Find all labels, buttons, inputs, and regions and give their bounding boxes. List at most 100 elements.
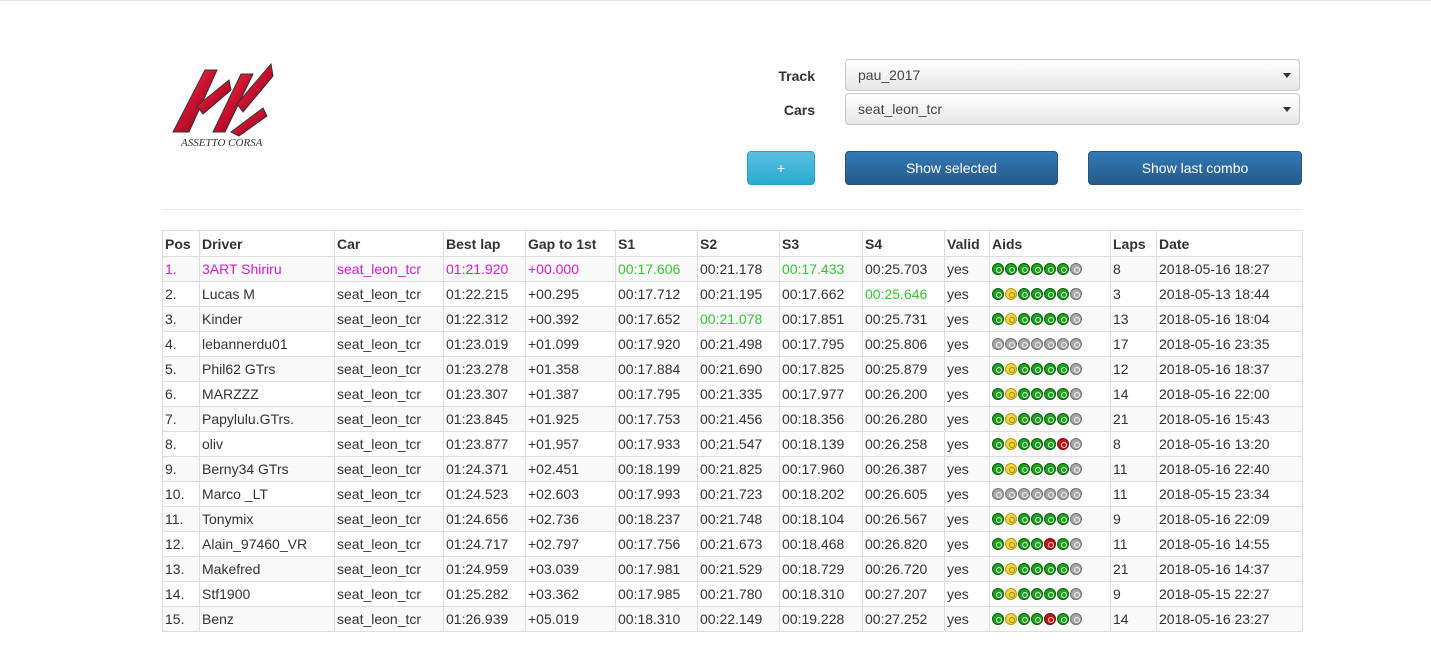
table-row[interactable]: 6. MARZZZ seat_leon_tcr 01:23.307 +01.387 00:… bbox=[162, 381, 1303, 407]
table-row[interactable]: 3. Kinder seat_leon_tcr 01:22.312 +00.392 00:… bbox=[162, 306, 1303, 332]
aid-icon bbox=[1057, 563, 1069, 575]
aid-icon bbox=[1057, 388, 1069, 400]
car-cell: seat_leon_tcr bbox=[334, 281, 444, 307]
table-row[interactable]: 8. oliv seat_leon_tcr 01:23.877 +01.957 00:17… bbox=[162, 431, 1303, 457]
cars-label: Cars bbox=[783, 102, 815, 118]
s2-cell: 00:21.547 bbox=[697, 431, 780, 457]
table-row[interactable]: 13. Makefred seat_leon_tcr 01:24.959 +03.039… bbox=[162, 556, 1303, 582]
column-header[interactable]: S2 bbox=[697, 230, 780, 257]
column-header[interactable]: Car bbox=[334, 230, 444, 257]
gap-cell: +00.392 bbox=[525, 306, 616, 332]
cars-select[interactable]: seat_leon_tcr bbox=[845, 93, 1300, 125]
table-row[interactable]: 12. Alain_97460_VR seat_leon_tcr 01:24.717 +… bbox=[162, 531, 1303, 557]
column-header[interactable]: S3 bbox=[779, 230, 863, 257]
laps-cell: 11 bbox=[1110, 481, 1157, 507]
gap-cell: +02.603 bbox=[525, 481, 616, 507]
aid-icon bbox=[1031, 288, 1043, 300]
pos-cell: 14. bbox=[162, 581, 200, 607]
add-button[interactable]: + bbox=[747, 151, 815, 185]
aid-icon bbox=[1057, 513, 1069, 525]
aid-icon bbox=[1057, 538, 1069, 550]
table-row[interactable]: 2. Lucas Mseat_leon_tcr 01:22.215 +00.295 00… bbox=[162, 281, 1303, 307]
aid-icon bbox=[1018, 588, 1030, 600]
best-cell: 01:24.656 bbox=[443, 506, 526, 532]
column-header[interactable]: Valid bbox=[944, 230, 990, 257]
show-selected-button[interactable]: Show selected bbox=[845, 151, 1058, 185]
date-cell: 2018-05-16 22:09 bbox=[1156, 506, 1303, 532]
aid-icon bbox=[1044, 263, 1056, 275]
s4-cell: 00:26.200 bbox=[862, 381, 945, 407]
aids-icons bbox=[992, 383, 1108, 406]
aid-icon bbox=[1070, 388, 1082, 400]
table-row[interactable]: 14. Stf1900 seat_leon_tcr 01:25.282 +03.362 0… bbox=[162, 581, 1303, 607]
aids-icons bbox=[992, 408, 1108, 431]
car-cell: seat_leon_tcr bbox=[334, 481, 444, 507]
aid-icon bbox=[1044, 513, 1056, 525]
date-cell: 2018-05-16 13:20 bbox=[1156, 431, 1303, 457]
s1-cell: 00:18.237 bbox=[615, 506, 698, 532]
valid-cell: yes bbox=[944, 456, 990, 482]
track-select[interactable]: pau_2017 bbox=[845, 59, 1300, 91]
table-row[interactable]: 1. 3ART Shiriru seat_leon_tcr 01:21.920 +00.… bbox=[162, 256, 1303, 282]
driver-cell: Tonymix bbox=[199, 506, 335, 532]
car-cell: seat_leon_tcr bbox=[334, 456, 444, 482]
s1-cell: 00:17.933 bbox=[615, 431, 698, 457]
s4-cell: 00:26.387 bbox=[862, 456, 945, 482]
aid-icon bbox=[1018, 413, 1030, 425]
car-cell: seat_leon_tcr bbox=[334, 606, 444, 632]
aid-icon bbox=[1044, 563, 1056, 575]
aid-icon bbox=[1044, 288, 1056, 300]
gap-cell: +00.295 bbox=[525, 281, 616, 307]
best-cell: 01:22.215 bbox=[443, 281, 526, 307]
table-row[interactable]: 7. Papylulu.GTrs. seat_leon_tcr 01:23.845 +0… bbox=[162, 406, 1303, 432]
aid-icon bbox=[992, 513, 1004, 525]
pos-cell: 1. bbox=[162, 256, 200, 282]
table-row[interactable]: 11. Tonymix seat_leon_tcr 01:24.656 +02.736 0… bbox=[162, 506, 1303, 532]
column-header[interactable]: Aids bbox=[989, 230, 1111, 257]
laps-cell: 21 bbox=[1110, 556, 1157, 582]
pos-cell: 5. bbox=[162, 356, 200, 382]
aid-icon bbox=[992, 413, 1004, 425]
s4-cell: 00:26.258 bbox=[862, 431, 945, 457]
aid-icon bbox=[1070, 363, 1082, 375]
aids-cell bbox=[989, 331, 1111, 357]
s1-cell: 00:17.795 bbox=[615, 381, 698, 407]
aid-icon bbox=[1031, 513, 1043, 525]
table-row[interactable]: 10. Marco _LT seat_leon_tcr 01:24.523 +02.60… bbox=[162, 481, 1303, 507]
column-header[interactable]: S1 bbox=[615, 230, 698, 257]
s4-cell: 00:25.703 bbox=[862, 256, 945, 282]
aid-icon bbox=[1044, 363, 1056, 375]
aid-icon bbox=[1044, 463, 1056, 475]
column-header[interactable]: Pos bbox=[162, 230, 200, 257]
car-cell: seat_leon_tcr bbox=[334, 431, 444, 457]
aids-cell bbox=[989, 431, 1111, 457]
column-header[interactable]: Driver bbox=[199, 230, 335, 257]
aid-icon bbox=[1031, 338, 1043, 350]
aid-icon bbox=[992, 313, 1004, 325]
car-cell: seat_leon_tcr bbox=[334, 506, 444, 532]
table-row[interactable]: 9. Berny34 GTrs seat_leon_tcr 01:24.371 +02.… bbox=[162, 456, 1303, 482]
column-header[interactable]: Laps bbox=[1110, 230, 1157, 257]
show-last-combo-button[interactable]: Show last combo bbox=[1088, 151, 1302, 185]
aid-icon bbox=[1070, 438, 1082, 450]
column-header[interactable]: S4 bbox=[862, 230, 945, 257]
aids-icons bbox=[992, 508, 1108, 531]
aid-icon bbox=[1031, 488, 1043, 500]
valid-cell: yes bbox=[944, 531, 990, 557]
aid-icon bbox=[1031, 313, 1043, 325]
column-header[interactable]: Best lap bbox=[443, 230, 526, 257]
table-row[interactable]: 5. Phil62 GTrs seat_leon_tcr 01:23.278 +01.3… bbox=[162, 356, 1303, 382]
s4-cell: 00:25.806 bbox=[862, 331, 945, 357]
aids-icons bbox=[992, 258, 1108, 281]
best-cell: 01:26.939 bbox=[443, 606, 526, 632]
table-row[interactable]: 15. Benz seat_leon_tcr 01:26.939 +05.019 00:1… bbox=[162, 606, 1303, 632]
aid-icon bbox=[1057, 313, 1069, 325]
s2-cell: 00:21.335 bbox=[697, 381, 780, 407]
column-header[interactable]: Date bbox=[1156, 230, 1303, 257]
column-header[interactable]: Gap to 1st bbox=[525, 230, 616, 257]
aid-icon bbox=[1057, 363, 1069, 375]
table-row[interactable]: 4. lebannerdu01 seat_leon_tcr 01:23.019 +01.… bbox=[162, 331, 1303, 357]
car-cell: seat_leon_tcr bbox=[334, 381, 444, 407]
aid-icon bbox=[1070, 288, 1082, 300]
aid-icon bbox=[1057, 463, 1069, 475]
